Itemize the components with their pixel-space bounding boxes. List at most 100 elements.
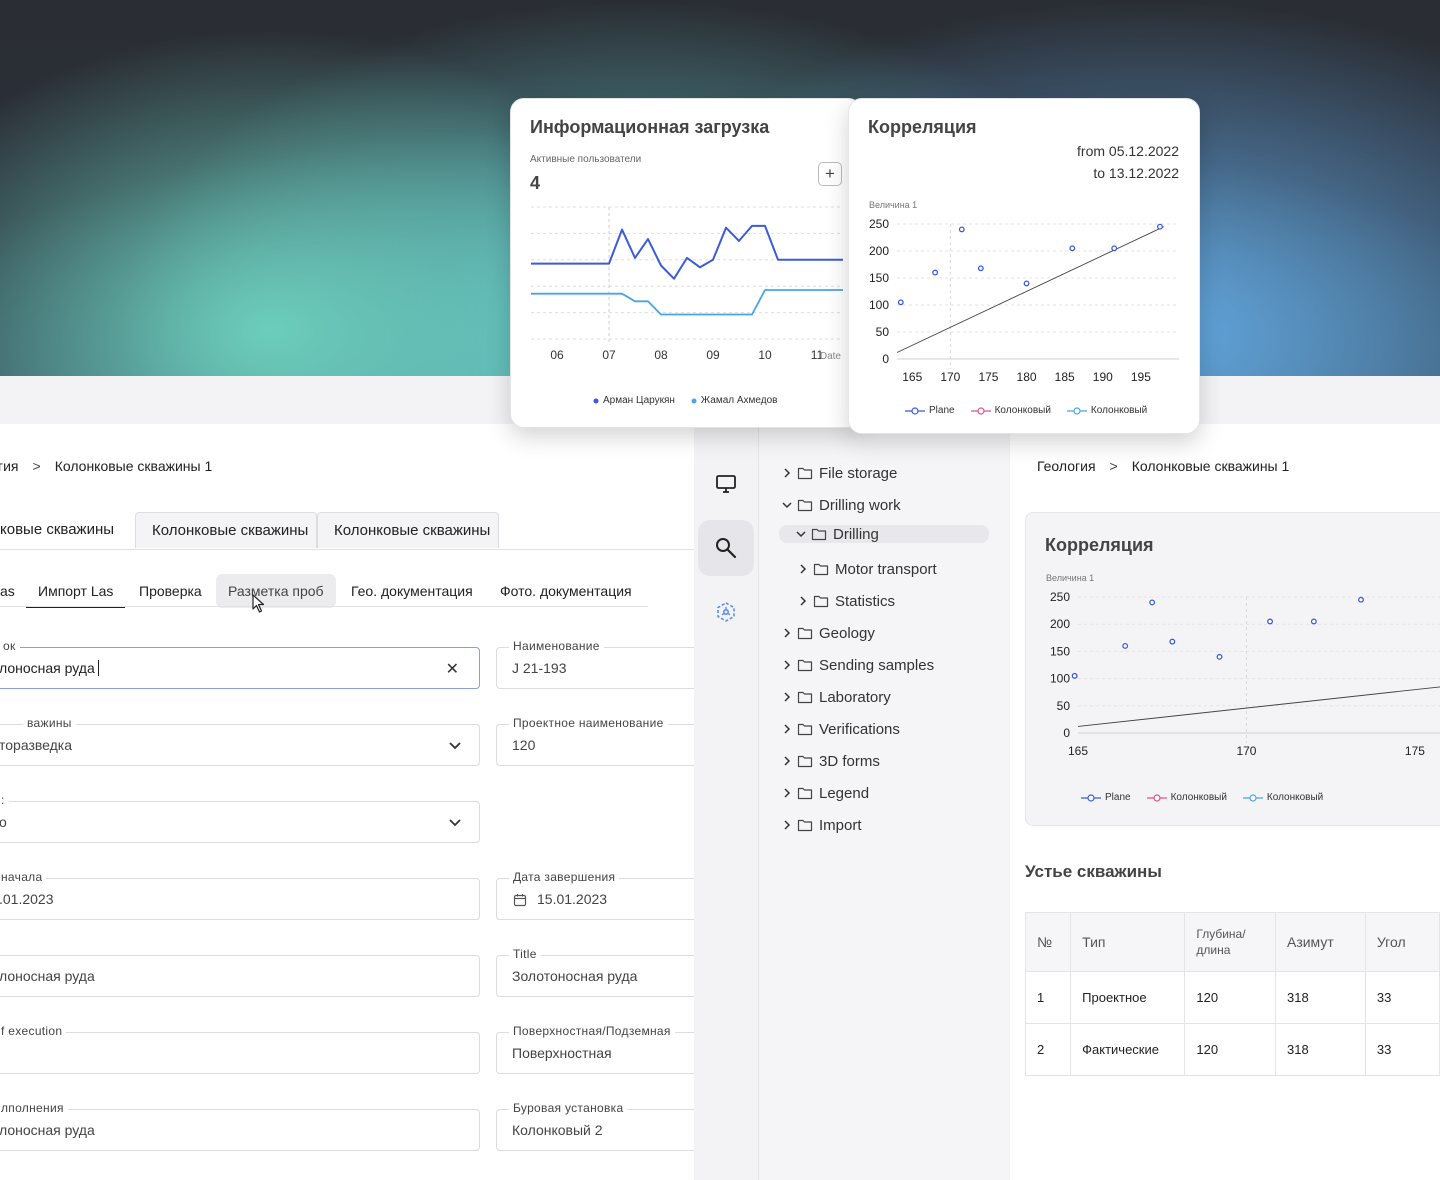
- mouse-cursor-icon: [252, 594, 265, 613]
- x-tick-label: 10: [758, 348, 772, 362]
- table-cell: 120: [1184, 971, 1276, 1024]
- tree-item-statistics[interactable]: Statistics: [797, 591, 895, 611]
- chevron-right-icon[interactable]: [781, 755, 793, 767]
- tab-wells-2[interactable]: Колонковые скважины: [135, 512, 317, 548]
- folder-icon: [797, 627, 813, 640]
- breadcrumb-separator: >: [1109, 458, 1118, 474]
- legend-item[interactable]: Колонковый: [1242, 792, 1323, 803]
- tree-item-laboratory[interactable]: Laboratory: [781, 687, 891, 707]
- end-date-field[interactable]: Дата завершения 15.01.2023: [496, 870, 694, 920]
- tree-item-label: Drilling work: [819, 496, 901, 514]
- add-button[interactable]: +: [818, 162, 842, 186]
- field-surface-underground[interactable]: Поверхностная/Подземная Поверхностная: [496, 1024, 694, 1074]
- field-label: :: [0, 793, 9, 807]
- rail-button-search[interactable]: [698, 520, 754, 576]
- rail-button-monitor[interactable]: [698, 456, 754, 512]
- tab-wells-1[interactable]: ковые скважины: [0, 512, 130, 548]
- chevron-right-icon[interactable]: [797, 595, 809, 607]
- tree-item-import[interactable]: Import: [781, 815, 862, 835]
- breadcrumb-item[interactable]: Геология: [1037, 458, 1096, 474]
- tree-item-sending-samples[interactable]: Sending samples: [781, 655, 934, 675]
- field-completion[interactable]: лполнения лоносная руда: [0, 1101, 480, 1151]
- field-drilling-rig[interactable]: Буровая установка Колонковый 2: [496, 1101, 694, 1151]
- status-select[interactable]: : о: [0, 793, 480, 843]
- field-value: лоносная руда: [0, 660, 99, 676]
- tree-item-3d-forms[interactable]: 3D forms: [781, 751, 880, 771]
- field-label: лполнения: [0, 1101, 68, 1115]
- wellhead-table: № Тип Глубина/ длина Азимут Угол 1 Проек…: [1024, 912, 1440, 1076]
- rail-button-network[interactable]: [698, 584, 754, 640]
- subtab-import-las[interactable]: Импорт Las: [26, 574, 126, 608]
- field-label: Проектное наименование: [509, 716, 668, 730]
- legend-item[interactable]: Арман Царукян: [593, 395, 675, 406]
- tree-item-file-storage[interactable]: File storage: [781, 463, 897, 483]
- tree-item-verifications[interactable]: Verifications: [781, 719, 900, 739]
- legend-item[interactable]: Колонковый: [970, 405, 1051, 416]
- breadcrumb-item[interactable]: Колонковые скважины 1: [1132, 458, 1290, 474]
- breadcrumb: Геология > Колонковые скважины 1: [1037, 458, 1289, 474]
- field-title-ru[interactable]: лоносная руда: [0, 955, 480, 997]
- field-naming[interactable]: Наименование J 21-193: [496, 639, 694, 689]
- tree-item-drilling-work[interactable]: Drilling work: [781, 495, 901, 515]
- folder-icon: [813, 595, 829, 608]
- chevron-down-icon[interactable]: [795, 528, 807, 540]
- chevron-right-icon[interactable]: [781, 627, 793, 639]
- chevron-right-icon[interactable]: [781, 819, 793, 831]
- chevron-down-icon[interactable]: [781, 499, 793, 511]
- legend-item[interactable]: Колонковый: [1146, 792, 1227, 803]
- y-tick-label: 250: [869, 217, 889, 231]
- data-point: [1122, 643, 1129, 649]
- folder-icon: [797, 691, 813, 704]
- legend-item[interactable]: Колонковый: [1066, 405, 1147, 416]
- legend-label: Plane: [929, 405, 955, 416]
- table-cell: 33: [1364, 1023, 1440, 1076]
- field-title[interactable]: Title Золотоносная руда: [496, 947, 694, 997]
- tree-item-legend[interactable]: Legend: [781, 783, 869, 803]
- start-date-field[interactable]: начала .01.2023: [0, 870, 480, 920]
- chart-legend: Арман Царукян Жамал Ахмедов: [593, 395, 777, 406]
- chevron-down-icon[interactable]: [447, 814, 463, 830]
- breadcrumb-item[interactable]: Колонковые скважины 1: [55, 458, 213, 474]
- chevron-right-icon[interactable]: [797, 563, 809, 575]
- field-name-input[interactable]: ок лоносная руда ✕: [0, 639, 480, 689]
- x-tick-label: 165: [1068, 744, 1088, 758]
- well-type-select[interactable]: важины торазведка: [0, 716, 480, 766]
- data-point: [1149, 599, 1156, 606]
- data-point: [1071, 672, 1078, 679]
- subtab-check[interactable]: Проверка: [127, 574, 214, 608]
- breadcrumb-item[interactable]: гия: [0, 458, 19, 474]
- metric-label: Активные пользователи: [530, 154, 642, 165]
- y-tick-label: 200: [869, 244, 889, 258]
- folder-icon: [797, 499, 813, 512]
- table-cell: 1: [1024, 971, 1072, 1024]
- field-label: начала: [0, 870, 47, 884]
- chevron-right-icon[interactable]: [781, 723, 793, 735]
- table-row[interactable]: 1 Проектное 120 318 33: [1024, 971, 1440, 1024]
- clear-icon[interactable]: ✕: [446, 659, 459, 679]
- calendar-icon[interactable]: [513, 893, 527, 907]
- tree-item-drilling[interactable]: Drilling: [779, 525, 989, 543]
- subtab-geo-docs[interactable]: Гео. документация: [339, 574, 485, 608]
- chevron-right-icon[interactable]: [781, 691, 793, 703]
- legend-item[interactable]: Жамал Ахмедов: [691, 395, 777, 406]
- content-panel: Геология > Колонковые скважины 1 Корреляци…: [1010, 424, 1440, 1180]
- tab-wells-3[interactable]: Колонковые скважины: [317, 512, 499, 548]
- subtab-las[interactable]: as: [0, 574, 27, 608]
- form-panel: гия > Колонковые скважины 1 ковые скважины…: [0, 424, 694, 1180]
- legend-item[interactable]: Plane: [1081, 792, 1131, 803]
- tree-item-motor-transport[interactable]: Motor transport: [797, 559, 937, 579]
- chevron-down-icon[interactable]: [447, 737, 463, 753]
- field-project-name[interactable]: Проектное наименование 120: [496, 716, 694, 766]
- chevron-right-icon[interactable]: [781, 787, 793, 799]
- subtab-sample-marking[interactable]: Разметка проб: [216, 574, 336, 608]
- field-execution[interactable]: f execution: [0, 1024, 480, 1074]
- tree-item-geology[interactable]: Geology: [781, 623, 875, 643]
- chevron-right-icon[interactable]: [781, 659, 793, 671]
- field-value: лоносная руда: [0, 1122, 95, 1138]
- table-row[interactable]: 2 Фактические 120 318 33: [1024, 1023, 1440, 1076]
- chevron-right-icon[interactable]: [781, 467, 793, 479]
- subtab-photo-docs[interactable]: Фото. документация: [488, 574, 644, 608]
- icon-rail: [694, 424, 759, 1180]
- legend-item[interactable]: Plane: [905, 405, 955, 416]
- data-point: [897, 299, 904, 306]
